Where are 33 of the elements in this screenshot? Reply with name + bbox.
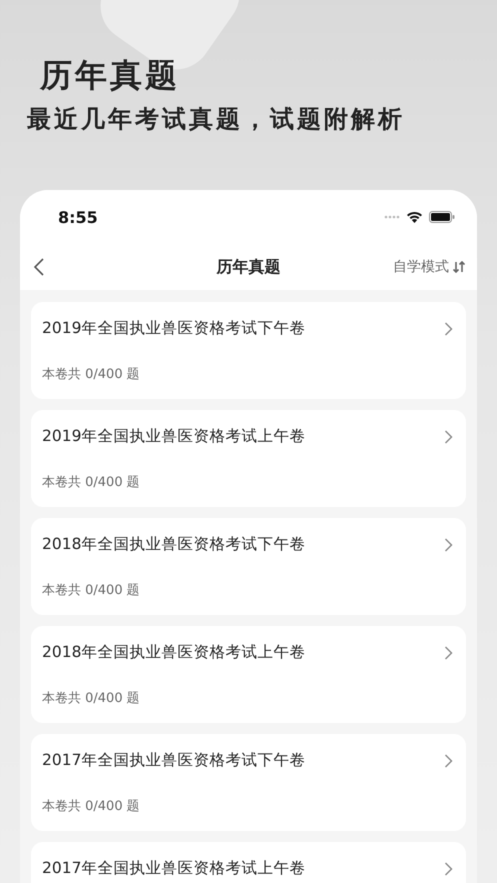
paper-title: 2018年全国执业兽医资格考试上午卷 — [42, 642, 306, 663]
exam-paper-card[interactable]: 2018年全国执业兽医资格考试上午卷 本卷共 0/400 题 — [31, 626, 466, 723]
signal-icon — [384, 215, 400, 219]
chevron-right-icon — [444, 862, 453, 876]
status-time: 8:55 — [58, 208, 98, 226]
exam-paper-card[interactable]: 2019年全国执业兽医资格考试上午卷 本卷共 0/400 题 — [31, 410, 466, 507]
exam-paper-card[interactable]: 2017年全国执业兽医资格考试下午卷 本卷共 0/400 题 — [31, 734, 466, 831]
question-count: 本卷共 0/400 题 — [42, 474, 140, 492]
paper-title: 2019年全国执业兽医资格考试上午卷 — [42, 426, 306, 447]
paper-title: 2017年全国执业兽医资格考试下午卷 — [42, 750, 306, 771]
battery-icon — [429, 211, 455, 223]
chevron-right-icon — [444, 754, 453, 768]
promo-title: 历年真题 — [40, 55, 180, 96]
sort-icon — [453, 261, 465, 273]
chevron-right-icon — [444, 322, 453, 336]
paper-title: 2017年全国执业兽医资格考试上午卷 — [42, 858, 306, 879]
question-count: 本卷共 0/400 题 — [42, 366, 140, 384]
chevron-right-icon — [444, 430, 453, 444]
paper-title: 2018年全国执业兽医资格考试下午卷 — [42, 534, 306, 555]
mode-button[interactable]: 自学模式 — [393, 258, 465, 276]
exam-paper-card[interactable]: 2017年全国执业兽医资格考试上午卷 — [31, 842, 466, 883]
exam-paper-card[interactable]: 2019年全国执业兽医资格考试下午卷 本卷共 0/400 题 — [31, 302, 466, 399]
exam-paper-card[interactable]: 2018年全国执业兽医资格考试下午卷 本卷共 0/400 题 — [31, 518, 466, 615]
page-title: 历年真题 — [216, 256, 280, 276]
question-count: 本卷共 0/400 题 — [42, 690, 140, 708]
paper-title: 2019年全国执业兽医资格考试下午卷 — [42, 318, 306, 339]
question-count: 本卷共 0/400 题 — [42, 582, 140, 600]
chevron-right-icon — [444, 538, 453, 552]
promo-subtitle: 最近几年考试真题，试题附解析 — [27, 104, 405, 135]
question-count: 本卷共 0/400 题 — [42, 798, 140, 816]
wifi-icon — [406, 211, 423, 223]
back-icon[interactable] — [32, 257, 46, 277]
chevron-right-icon — [444, 646, 453, 660]
